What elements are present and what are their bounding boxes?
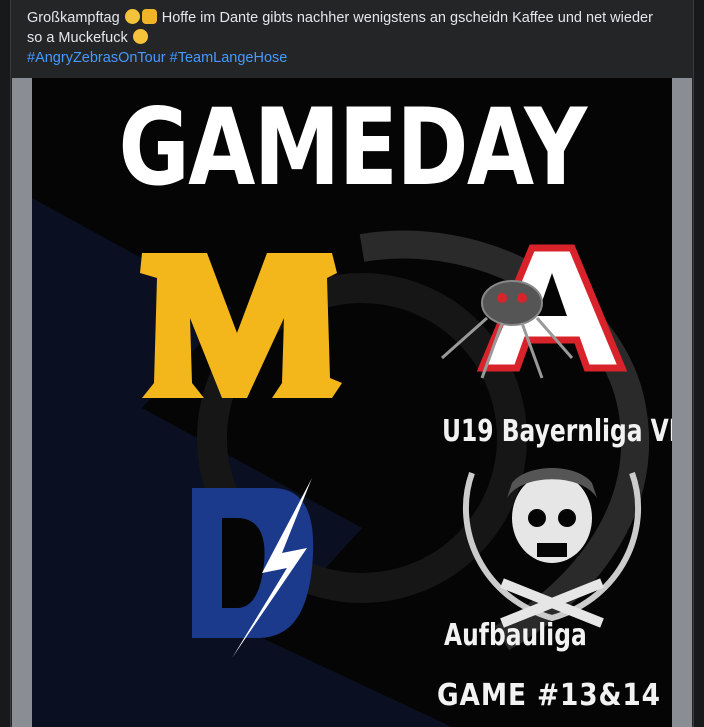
grinning-sweat-icon — [124, 9, 140, 24]
flushed-face-icon — [132, 29, 148, 44]
hashtag-list: #AngryZebrasOnTour #TeamLangeHose — [27, 48, 687, 68]
fist-bump-icon — [141, 9, 157, 24]
m-team-logo — [140, 253, 342, 398]
caption-aufbauliga: Aufbauliga — [444, 618, 587, 653]
post-text: Großkampftag Hoffe im Dante gibts nachhe… — [27, 8, 687, 68]
post-card: Großkampftag Hoffe im Dante gibts nachhe… — [10, 0, 694, 727]
gameday-graphic[interactable]: GAMEDAY U19 Bayernliga VF Aufbauliga GAM… — [32, 78, 672, 727]
hashtag-link[interactable]: #AngryZebrasOnTour — [27, 50, 166, 66]
game-number-label: GAME #13&14 — [437, 678, 661, 713]
post-text-line1: Großkampftag — [27, 10, 120, 26]
caption-u19: U19 Bayernliga VF — [442, 414, 672, 449]
post-text-line2: so a Muckefuck — [27, 30, 128, 46]
headline-gameday: GAMEDAY — [118, 86, 587, 209]
hashtag-link[interactable]: #TeamLangeHose — [170, 50, 288, 66]
post-media[interactable]: GAMEDAY U19 Bayernliga VF Aufbauliga GAM… — [12, 78, 692, 727]
d-team-logo — [192, 478, 314, 658]
post-text-line1-rest: Hoffe im Dante gibts nachher wenigstens … — [161, 10, 653, 26]
